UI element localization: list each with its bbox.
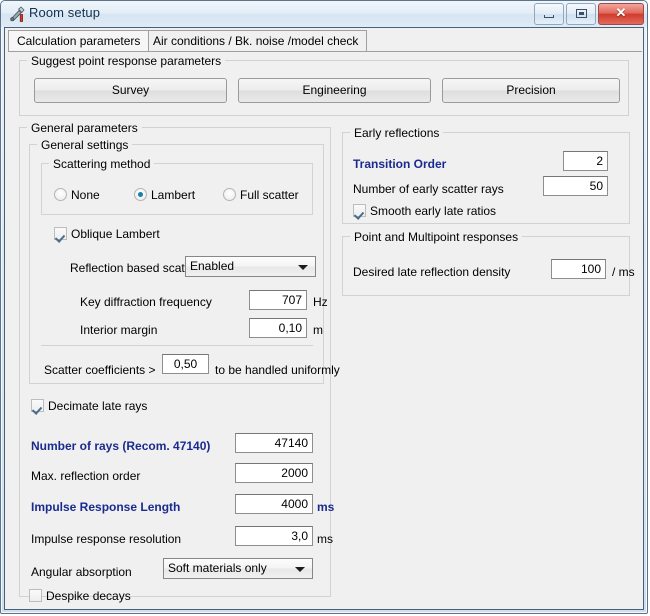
checkbox-box-icon [54, 227, 67, 240]
room-setup-icon [8, 5, 26, 23]
point-multipoint-legend: Point and Multipoint responses [350, 230, 523, 244]
general-settings-divider [41, 345, 313, 346]
window-controls: ✕ [534, 3, 644, 25]
key-diffraction-frequency-input[interactable]: 707 [249, 290, 307, 310]
checkbox-smooth-early-late-ratios[interactable]: Smooth early late ratios [353, 204, 496, 218]
tab-calculation-parameters[interactable]: Calculation parameters [8, 30, 150, 51]
impulse-response-resolution-label: Impulse response resolution [31, 532, 182, 546]
angular-absorption-label: Angular absorption [31, 565, 132, 579]
tab-strip: Calculation parameters Air conditions / … [8, 30, 642, 52]
early-reflections-group: Early reflections Transition Order 2 Num… [342, 126, 630, 224]
number-of-early-scatter-rays-label: Number of early scatter rays [353, 182, 504, 196]
reflection-based-scatter-label: Reflection based scatter [70, 261, 199, 275]
early-reflections-legend: Early reflections [350, 126, 444, 140]
radio-label: None [71, 188, 100, 202]
reflection-based-scatter-combo[interactable]: Enabled [185, 256, 316, 277]
checkbox-label: Screen diffraction [46, 613, 139, 614]
close-button[interactable]: ✕ [598, 3, 644, 25]
survey-button[interactable]: Survey [34, 78, 227, 103]
number-of-rays-input[interactable]: 47140 [235, 433, 313, 453]
scatter-coefficients-label-before: Scatter coefficients > [44, 363, 156, 377]
checkbox-label: Decimate late rays [48, 399, 148, 413]
angular-absorption-combo[interactable]: Soft materials only [163, 558, 313, 579]
radio-dot-icon [223, 188, 236, 201]
checkbox-screen-diffraction[interactable]: Screen diffraction [29, 613, 139, 614]
general-settings-group: General settings Scattering method None … [29, 138, 340, 384]
maximize-button[interactable] [566, 3, 596, 25]
impulse-response-length-unit: ms [317, 500, 335, 514]
general-parameters-group: General parameters General settings Scat… [19, 121, 340, 603]
checkbox-box-icon [29, 589, 42, 602]
combo-value: Enabled [190, 259, 235, 273]
interior-margin-label: Interior margin [80, 323, 158, 337]
key-diffraction-frequency-label: Key diffraction frequency [80, 295, 212, 309]
max-reflection-order-input[interactable]: 2000 [235, 463, 313, 483]
chevron-down-icon [295, 567, 305, 572]
maximize-icon [576, 9, 587, 18]
transition-order-input[interactable]: 2 [563, 151, 608, 171]
general-settings-legend: General settings [37, 138, 133, 152]
precision-button[interactable]: Precision [442, 78, 620, 103]
combo-value: Soft materials only [168, 561, 267, 575]
desired-late-reflection-density-input[interactable]: 100 [551, 259, 606, 279]
dialog-client-area: Calculation parameters Air conditions / … [4, 27, 644, 610]
desired-late-reflection-density-unit: / ms [612, 265, 635, 279]
number-of-rays-label: Number of rays (Recom. 47140) [31, 439, 211, 453]
checkbox-label: Despike decays [46, 589, 131, 603]
minimize-button[interactable] [534, 3, 564, 25]
number-of-early-scatter-rays-input[interactable]: 50 [543, 176, 608, 196]
scattering-method-group: Scattering method None Lambert Full scat… [41, 157, 313, 215]
impulse-response-resolution-unit: ms [317, 532, 333, 546]
impulse-response-resolution-input[interactable]: 3,0 [235, 526, 313, 546]
close-icon: ✕ [615, 5, 627, 20]
interior-margin-input[interactable]: 0,10 [249, 318, 307, 338]
suggest-point-response-legend: Suggest point response parameters [27, 54, 226, 68]
general-parameters-legend: General parameters [27, 121, 142, 135]
impulse-response-length-label: Impulse Response Length [31, 500, 181, 514]
checkbox-box-icon [31, 399, 44, 412]
scattering-method-legend: Scattering method [49, 157, 155, 171]
desired-late-reflection-density-label: Desired late reflection density [353, 265, 511, 279]
checkbox-oblique-lambert[interactable]: Oblique Lambert [54, 227, 160, 241]
minimize-icon [544, 15, 554, 18]
tab-air-conditions[interactable]: Air conditions / Bk. noise /model check [144, 30, 368, 51]
radio-dot-icon [134, 188, 147, 201]
radio-label: Lambert [151, 188, 196, 202]
checkbox-box-icon [353, 204, 366, 217]
chevron-down-icon [298, 265, 308, 270]
title-bar[interactable]: Room setup ✕ [1, 1, 647, 27]
radio-dot-icon [54, 188, 67, 201]
radio-label: Full scatter [240, 188, 299, 202]
checkbox-decimate-late-rays[interactable]: Decimate late rays [31, 399, 147, 413]
impulse-response-length-input[interactable]: 4000 [235, 494, 313, 514]
suggest-point-response-group: Suggest point response parameters Survey… [19, 54, 629, 116]
room-setup-window: Room setup ✕ Calculation parameters Air … [0, 0, 648, 614]
checkbox-label: Oblique Lambert [71, 227, 160, 241]
radio-scattering-full-scatter[interactable]: Full scatter [223, 188, 299, 202]
window-title: Room setup [29, 5, 101, 20]
radio-scattering-none[interactable]: None [54, 188, 100, 202]
interior-margin-unit: m [313, 323, 323, 337]
key-diffraction-frequency-unit: Hz [313, 295, 328, 309]
checkbox-box-icon [29, 613, 42, 614]
checkbox-despike-decays[interactable]: Despike decays [29, 589, 131, 603]
point-multipoint-responses-group: Point and Multipoint responses Desired l… [342, 230, 635, 296]
checkbox-label: Smooth early late ratios [370, 204, 497, 218]
engineering-button[interactable]: Engineering [238, 78, 431, 103]
scatter-coefficients-label-after: to be handled uniformly [215, 363, 340, 377]
radio-scattering-lambert[interactable]: Lambert [134, 188, 195, 202]
scatter-coefficients-input[interactable]: 0,50 [162, 354, 209, 374]
max-reflection-order-label: Max. reflection order [31, 469, 141, 483]
transition-order-label: Transition Order [353, 157, 447, 171]
